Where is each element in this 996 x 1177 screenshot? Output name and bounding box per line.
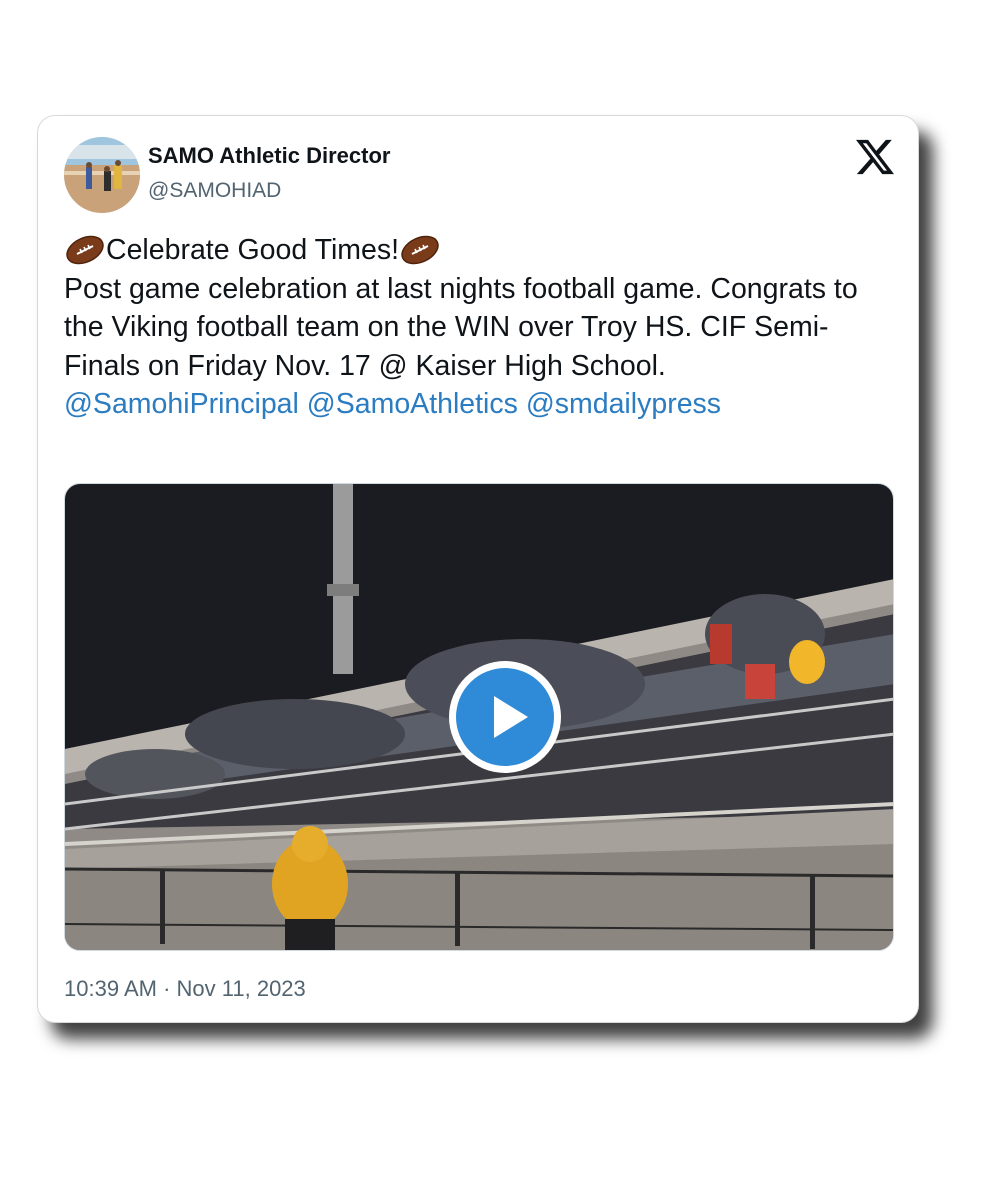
tweet-headline: Celebrate Good Times! — [106, 234, 400, 266]
author-handle[interactable]: @SAMOHIAD — [148, 179, 281, 203]
play-icon — [456, 668, 554, 766]
mention-link[interactable]: @smdailypress — [526, 388, 721, 420]
tweet-date[interactable]: Nov 11, 2023 — [177, 976, 306, 1001]
x-logo-icon[interactable] — [856, 138, 894, 176]
author-name[interactable]: SAMO Athletic Director — [148, 143, 390, 169]
avatar[interactable] — [64, 137, 140, 213]
tweet-timestamp[interactable]: 10:39 AM · Nov 11, 2023 — [64, 976, 306, 1002]
american-football-icon — [399, 235, 441, 265]
tweet-body: Post game celebration at last nights foo… — [64, 272, 858, 382]
tweet-time[interactable]: 10:39 AM — [64, 976, 157, 1001]
tweet-text: Celebrate Good Times! Post game celebrat… — [64, 231, 904, 424]
american-football-icon — [64, 235, 106, 265]
play-button[interactable] — [449, 661, 561, 773]
mention-link[interactable]: @SamoAthletics — [307, 388, 518, 420]
timestamp-separator: · — [163, 976, 171, 1001]
avatar-image — [64, 137, 140, 213]
video-player[interactable] — [64, 483, 894, 951]
mention-link[interactable]: @SamohiPrincipal — [64, 388, 299, 420]
tweet-card: SAMO Athletic Director @SAMOHIAD Celebra… — [37, 115, 919, 1023]
